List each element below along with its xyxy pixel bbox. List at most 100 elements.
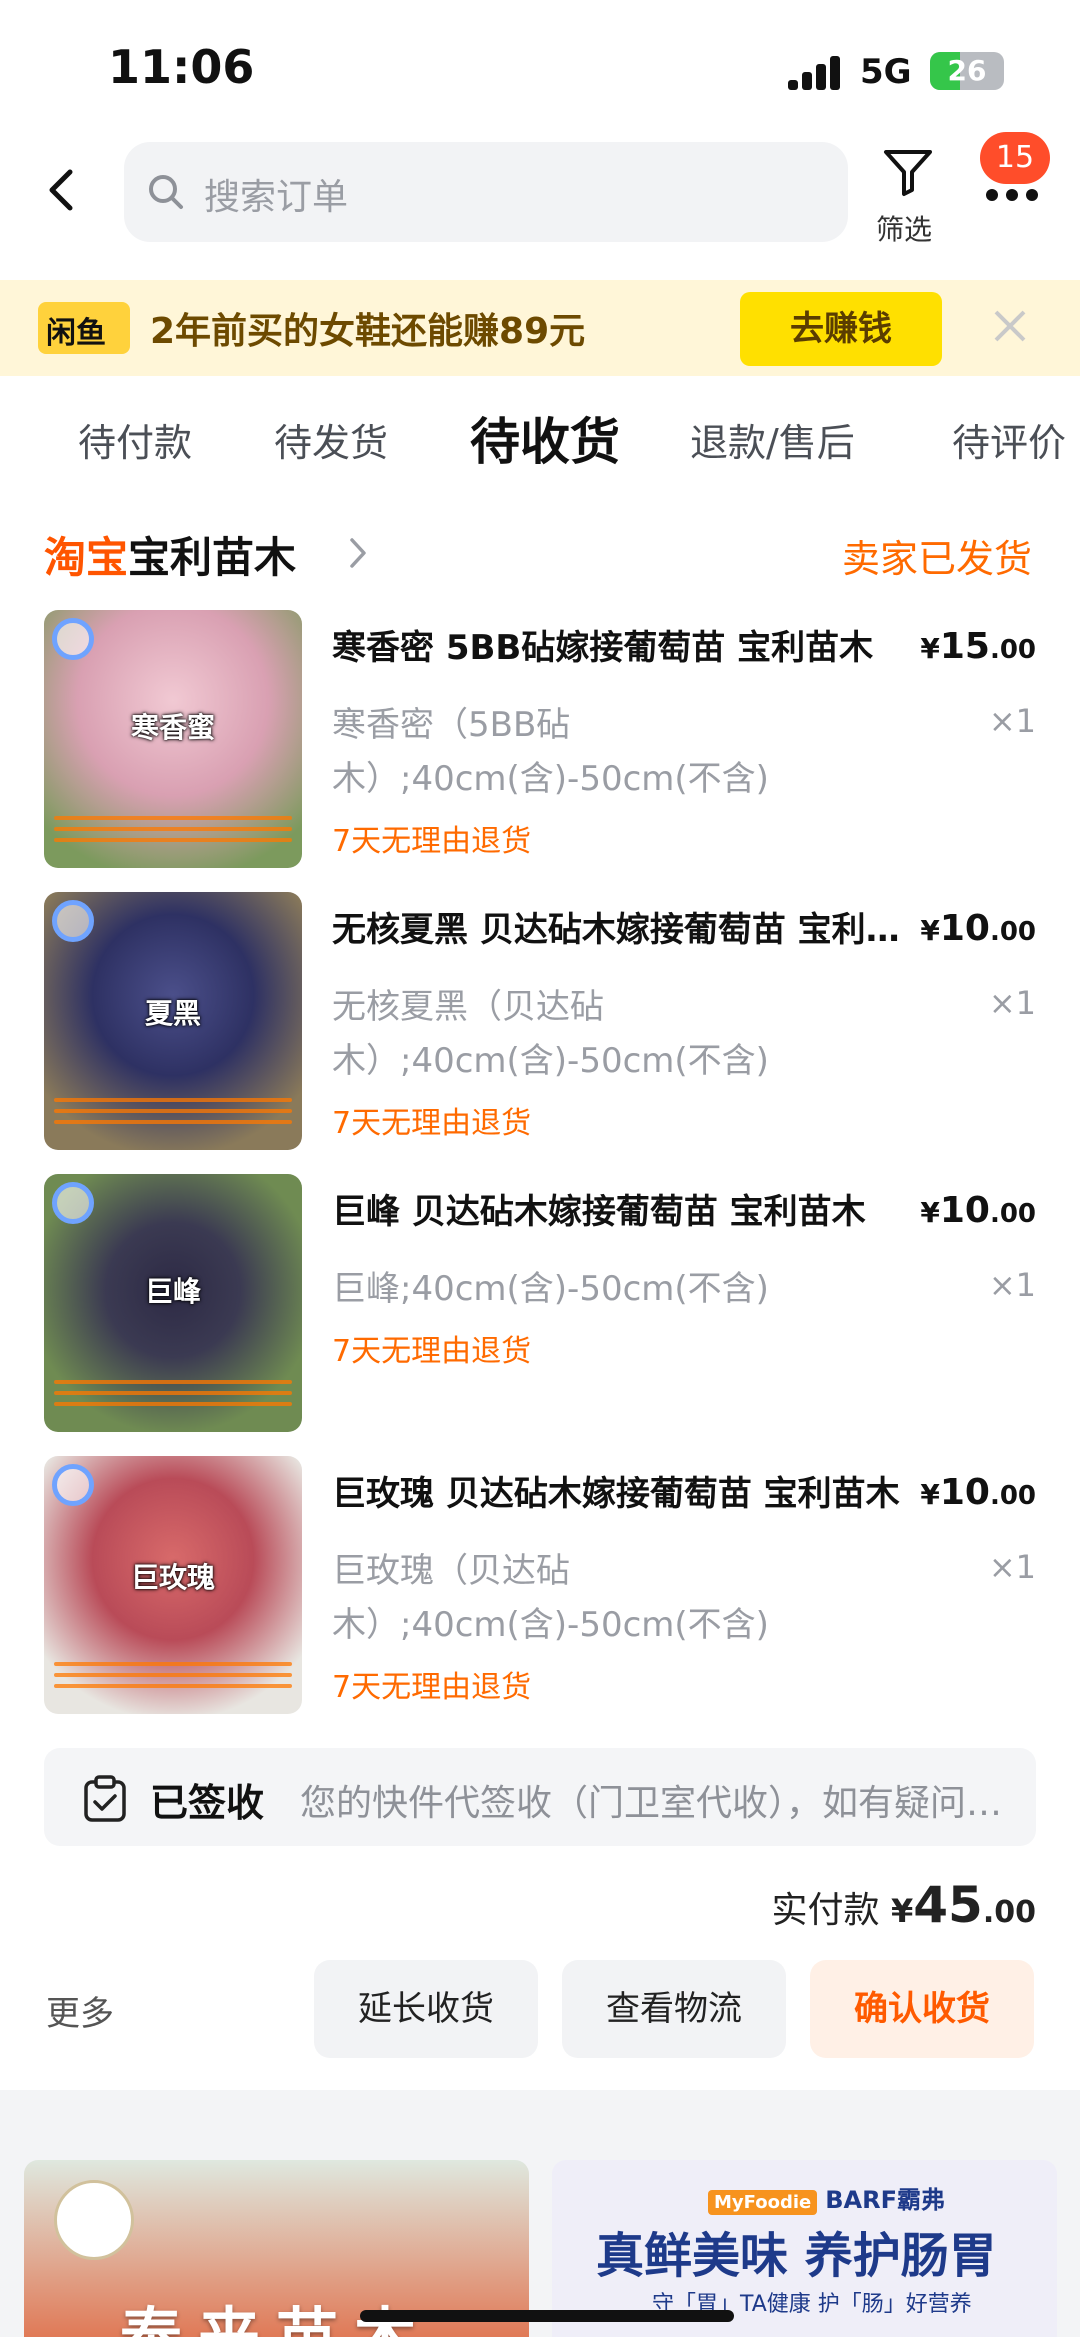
price-integer: 10	[939, 1190, 990, 1231]
product-price: ¥10.00	[920, 1190, 1036, 1231]
product-quantity: ×1	[988, 702, 1036, 740]
currency-symbol: ¥	[920, 632, 940, 665]
product-price: ¥15.00	[920, 626, 1036, 667]
tab-pending-review[interactable]: 待评价	[952, 412, 1066, 467]
chevron-left-icon	[49, 169, 73, 211]
price-decimal: .00	[989, 635, 1036, 665]
price-integer: 10	[939, 1472, 990, 1513]
promo-banner[interactable]: 闲鱼 2年前买的女鞋还能赚89元 去赚钱	[0, 280, 1080, 376]
search-placeholder: 搜索订单	[204, 177, 349, 218]
tab-pending-receipt[interactable]: 待收货	[470, 402, 620, 474]
paid-decimal: .00	[982, 1895, 1036, 1930]
paid-label: 实付款	[771, 1890, 880, 1931]
product-image-label: 巨玫瑰	[130, 1561, 215, 1594]
delivery-status-bar[interactable]: 已签收 您的快件代签收（门卫室代收），如有疑问请联系	[44, 1748, 1036, 1846]
filter-button[interactable]: 筛选	[876, 146, 944, 246]
battery-level: 26	[947, 54, 987, 87]
product-sku: 巨玫瑰（贝达砧木）;40cm(含)-50cm(不含)	[332, 1551, 769, 1645]
tab-refund-aftersale[interactable]: 退款/售后	[690, 412, 855, 467]
shop-name: 宝利苗木	[128, 533, 297, 582]
search-input[interactable]: 搜索订单	[124, 142, 848, 242]
extend-receipt-button[interactable]: 延长收货	[314, 1960, 538, 2058]
close-icon[interactable]	[990, 306, 1030, 346]
product-image-label: 寒香蜜	[130, 711, 215, 744]
paid-integer: 45	[913, 1876, 983, 1934]
order-tabs: 待付款 待发货 待收货 退款/售后 待评价	[0, 400, 1080, 490]
product-image[interactable]: 巨峰	[44, 1174, 302, 1432]
product-title[interactable]: 寒香密 5BB砧嫁接葡萄苗 宝利苗木	[332, 620, 912, 669]
ad-brand-name: BARF霸弗	[825, 2186, 945, 2214]
order-item[interactable]: 寒香蜜 寒香密 5BB砧嫁接葡萄苗 宝利苗木 ¥15.00 寒香密（5BB砧木）…	[0, 610, 1080, 870]
product-image[interactable]: 寒香蜜	[44, 610, 302, 868]
price-decimal: .00	[989, 1481, 1036, 1511]
product-image[interactable]: 夏黑	[44, 892, 302, 1150]
shop-name-link[interactable]: 淘宝宝利苗木	[44, 524, 296, 585]
product-sku: 寒香密（5BB砧木）;40cm(含)-50cm(不含)	[332, 705, 769, 799]
search-icon	[149, 175, 183, 209]
price-decimal: .00	[989, 1199, 1036, 1229]
price-decimal: .00	[989, 917, 1036, 947]
xianyu-logo: 闲鱼	[38, 302, 130, 354]
delivery-status: 已签收	[150, 1781, 265, 1825]
ad-brand: MyFoodie BARF霸弗	[708, 2180, 945, 2215]
network-type: 5G	[860, 52, 912, 92]
status-bar: 11:06 5G 26	[0, 0, 1080, 130]
refund-policy: 7天无理由退货	[332, 1670, 532, 1705]
view-logistics-button[interactable]: 查看物流	[562, 1960, 786, 2058]
refund-policy: 7天无理由退货	[332, 1334, 532, 1369]
shop-avatar	[54, 2180, 134, 2260]
image-caption-decoration	[54, 1380, 292, 1414]
refund-policy: 7天无理由退货	[332, 1106, 532, 1141]
brand-logo-icon	[52, 900, 94, 942]
currency-symbol: ¥	[920, 1196, 940, 1229]
currency-symbol: ¥	[920, 914, 940, 947]
confirm-receipt-button[interactable]: 确认收货	[810, 1960, 1034, 2058]
paid-amount: 实付款 ¥45.00	[772, 1876, 1036, 1934]
home-indicator[interactable]	[360, 2310, 734, 2322]
product-image[interactable]: 巨玫瑰	[44, 1456, 302, 1714]
brand-logo-icon	[52, 618, 94, 660]
more-actions-button[interactable]: 更多	[46, 1986, 114, 2035]
product-quantity: ×1	[988, 984, 1036, 1022]
promo-text: 2年前买的女鞋还能赚89元	[150, 311, 586, 352]
filter-label: 筛选	[876, 213, 933, 246]
taobao-label: 淘宝	[44, 533, 129, 582]
ad-mini-logo: MyFoodie	[708, 2190, 818, 2215]
product-title[interactable]: 巨玫瑰 贝达砧木嫁接葡萄苗 宝利苗木	[332, 1466, 912, 1515]
product-title[interactable]: 无核夏黑 贝达砧木嫁接葡萄苗 宝利苗木	[332, 902, 912, 951]
brand-logo-icon	[52, 1464, 94, 1506]
product-quantity: ×1	[988, 1266, 1036, 1304]
message-badge: 15	[980, 132, 1050, 184]
product-sku: 无核夏黑（贝达砧木）;40cm(含)-50cm(不含)	[332, 987, 769, 1081]
product-image-label: 巨峰	[144, 1275, 201, 1308]
signal-icon	[788, 56, 844, 90]
status-time: 11:06	[108, 40, 255, 94]
brand-logo-icon	[52, 1182, 94, 1224]
paid-currency: ¥	[890, 1892, 914, 1930]
order-status: 卖家已发货	[841, 537, 1032, 581]
product-quantity: ×1	[988, 1548, 1036, 1586]
tab-pending-shipment[interactable]: 待发货	[274, 412, 388, 467]
back-button[interactable]	[40, 168, 84, 212]
image-caption-decoration	[54, 1662, 292, 1696]
product-price: ¥10.00	[920, 908, 1036, 949]
tab-pending-payment[interactable]: 待付款	[78, 412, 192, 467]
chevron-right-icon	[350, 538, 366, 568]
price-integer: 10	[939, 908, 990, 949]
earn-money-button[interactable]: 去赚钱	[740, 292, 942, 366]
ad-headline: 真鲜美味 养护肠胃	[596, 2228, 997, 2284]
order-item[interactable]: 夏黑 无核夏黑 贝达砧木嫁接葡萄苗 宝利苗木 ¥10.00 无核夏黑（贝达砧木）…	[0, 892, 1080, 1152]
battery-icon: 26	[930, 52, 1004, 90]
product-image-label: 夏黑	[144, 997, 201, 1030]
delivery-message: 您的快件代签收（门卫室代收），如有疑问请联系	[300, 1783, 1010, 1824]
more-dots-icon	[986, 186, 1046, 205]
order-item[interactable]: 巨玫瑰 巨玫瑰 贝达砧木嫁接葡萄苗 宝利苗木 ¥10.00 巨玫瑰（贝达砧木）;…	[0, 1456, 1080, 1716]
order-item[interactable]: 巨峰 巨峰 贝达砧木嫁接葡萄苗 宝利苗木 ¥10.00 巨峰;40cm(含)-5…	[0, 1174, 1080, 1434]
more-menu-button[interactable]: 15	[980, 132, 1056, 210]
product-price: ¥10.00	[920, 1472, 1036, 1513]
product-title[interactable]: 巨峰 贝达砧木嫁接葡萄苗 宝利苗木	[332, 1184, 912, 1233]
image-caption-decoration	[54, 816, 292, 850]
refund-policy: 7天无理由退货	[332, 824, 532, 859]
clipboard-check-icon	[84, 1775, 126, 1822]
currency-symbol: ¥	[920, 1478, 940, 1511]
